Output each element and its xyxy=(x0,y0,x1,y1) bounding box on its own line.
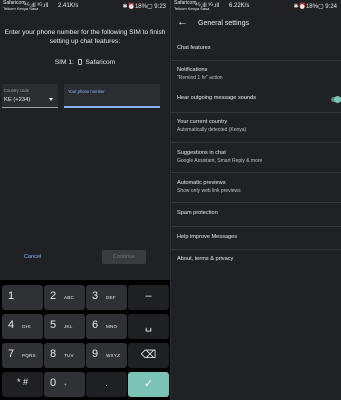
setting-title: Automatic previews xyxy=(177,180,226,186)
setting-subtitle: Show only web link previews xyxy=(177,188,241,194)
key-1[interactable]: 1 xyxy=(2,285,43,310)
continue-button[interactable]: Continue xyxy=(102,250,146,264)
key-letters: MNO xyxy=(106,324,118,329)
page-title: Enter your phone number for the followin… xyxy=(4,29,166,45)
key-3[interactable]: 3 DEF xyxy=(86,285,127,310)
country-code-select[interactable]: Country code KE (+234) xyxy=(2,84,58,108)
status-right: ✱⏰18%▢ 9:24 xyxy=(293,4,337,10)
key-5[interactable]: 5 JKL xyxy=(44,314,85,339)
key-digit: 6 xyxy=(92,319,99,331)
setting-title: Help improve Messages xyxy=(177,234,238,240)
key-digit: 3 xyxy=(92,290,99,302)
key-2[interactable]: 2 ABC xyxy=(44,285,85,310)
key-letters: GHI xyxy=(22,324,31,329)
minus-key[interactable]: – xyxy=(128,285,169,310)
page-title: General settings xyxy=(198,20,249,27)
check-icon: ✓ xyxy=(143,378,154,390)
period-key[interactable]: . xyxy=(86,372,127,397)
phone-number-placeholder: Your phone number xyxy=(68,89,105,94)
key-digit: 7 xyxy=(8,348,15,360)
key-letters: ABC xyxy=(64,295,75,300)
setting-title: Your current country xyxy=(177,119,228,125)
sim-row: SIM 1: Safaricom xyxy=(0,59,170,66)
key-letters: TUV xyxy=(64,353,74,358)
period-icon: . xyxy=(104,377,109,389)
setting-notifications[interactable]: Notifications "Remind 1 hr" action xyxy=(171,60,341,88)
key-letters: PQRS xyxy=(22,353,36,358)
country-code-value: KE (+234) xyxy=(4,97,31,103)
key-0[interactable]: 0 + xyxy=(44,372,85,397)
cancel-button[interactable]: Cancel xyxy=(24,254,41,260)
key-letters: DEF xyxy=(106,295,116,300)
key-digit: 5 xyxy=(50,319,57,331)
signal-icon: ⁴ᴳ.ıll ³ᴳ.ıll xyxy=(195,3,220,9)
key-7[interactable]: 7 PQRS xyxy=(2,343,43,368)
setting-subtitle: Automatically detected (Kenya) xyxy=(177,127,247,133)
status-right: ✱⏰18%▢ 9:23 xyxy=(122,4,166,10)
backspace-key[interactable]: ⌫ xyxy=(128,343,169,368)
signal-icon: ⁴ᴳ.ıll ³ᴳ.ıll xyxy=(24,3,49,9)
space-key[interactable]: ␣ xyxy=(128,314,169,339)
setting-outgoing-sounds[interactable]: Hear outgoing message sounds xyxy=(171,90,341,110)
sim-setup-screen: Safaricom Telkom Kenya Sasa ⁴ᴳ.ıll ³ᴳ.ıl… xyxy=(0,0,170,400)
chevron-down-icon xyxy=(49,98,53,101)
setting-subtitle: "Remind 1 hr" action xyxy=(177,75,223,81)
setting-chat-features[interactable]: Chat features xyxy=(171,40,341,60)
backspace-icon: ⌫ xyxy=(140,349,157,361)
key-digit: 9 xyxy=(92,348,99,360)
status-bar: Safaricom Telkom Kenya Sasa ⁴ᴳ.ıll ³ᴳ.ıl… xyxy=(0,0,170,12)
key-letters: WXYZ xyxy=(106,353,121,358)
outgoing-sounds-toggle[interactable] xyxy=(331,96,341,104)
country-code-label: Country code xyxy=(4,88,29,93)
setting-automatic-previews[interactable]: Automatic previews Show only web link pr… xyxy=(171,172,341,200)
phone-number-input[interactable]: Your phone number xyxy=(64,84,160,108)
setting-about[interactable]: About, terms & privacy xyxy=(171,249,341,271)
setting-current-country[interactable]: Your current country Automatically detec… xyxy=(171,112,341,140)
sim-label: SIM 1: xyxy=(54,59,74,66)
minus-icon: – xyxy=(145,290,152,302)
setting-suggestions[interactable]: Suggestions in chat Google Assistant, Sm… xyxy=(171,142,341,170)
setting-title: Notifications xyxy=(177,67,208,73)
key-letters: + xyxy=(64,382,67,387)
general-settings-screen: Safaricom Telkom Kenya Sasa ⁴ᴳ.ıll ³ᴳ.ıl… xyxy=(171,0,341,400)
setting-title: Hear outgoing message sounds xyxy=(177,95,256,101)
key-6[interactable]: 6 MNO xyxy=(86,314,127,339)
app-bar: ← General settings xyxy=(171,14,341,34)
sim-card-icon xyxy=(77,59,82,65)
setting-spam-protection[interactable]: Spam protection xyxy=(171,202,341,224)
star-hash-icon: * # xyxy=(16,377,28,387)
key-digit: 2 xyxy=(50,290,57,302)
key-9[interactable]: 9 WXYZ xyxy=(86,343,127,368)
key-4[interactable]: 4 GHI xyxy=(2,314,43,339)
key-digit: 4 xyxy=(8,319,15,331)
network-speed: 2.41K/s xyxy=(58,3,79,9)
toggle-knob xyxy=(334,96,341,103)
setting-title: Suggestions in chat xyxy=(177,150,226,156)
key-letters: JKL xyxy=(64,324,73,329)
done-key[interactable]: ✓ xyxy=(128,372,169,397)
numeric-keypad: 1 2 ABC 3 DEF – 4 GHI 5 JKL 6 MNO ␣ 7 PQ… xyxy=(0,280,170,400)
setting-title: Spam protection xyxy=(177,210,218,216)
key-digit: 8 xyxy=(50,348,57,360)
setting-title: Chat features xyxy=(177,45,211,51)
network-speed: 6.22K/s xyxy=(229,3,250,9)
key-digit: 0 xyxy=(50,377,57,389)
setting-help-improve[interactable]: Help improve Messages xyxy=(171,226,341,248)
back-arrow-icon[interactable]: ← xyxy=(177,16,188,28)
setting-subtitle: Google Assistant, Smart Reply & more xyxy=(177,158,263,164)
star-hash-key[interactable]: * # xyxy=(2,372,43,397)
key-digit: 1 xyxy=(8,290,15,302)
key-8[interactable]: 8 TUV xyxy=(44,343,85,368)
sim-name: Safaricom xyxy=(85,59,116,66)
space-icon: ␣ xyxy=(145,320,152,332)
setting-title: About, terms & privacy xyxy=(177,256,234,262)
status-bar: Safaricom Telkom Kenya Sasa ⁴ᴳ.ıll ³ᴳ.ıl… xyxy=(171,0,341,12)
